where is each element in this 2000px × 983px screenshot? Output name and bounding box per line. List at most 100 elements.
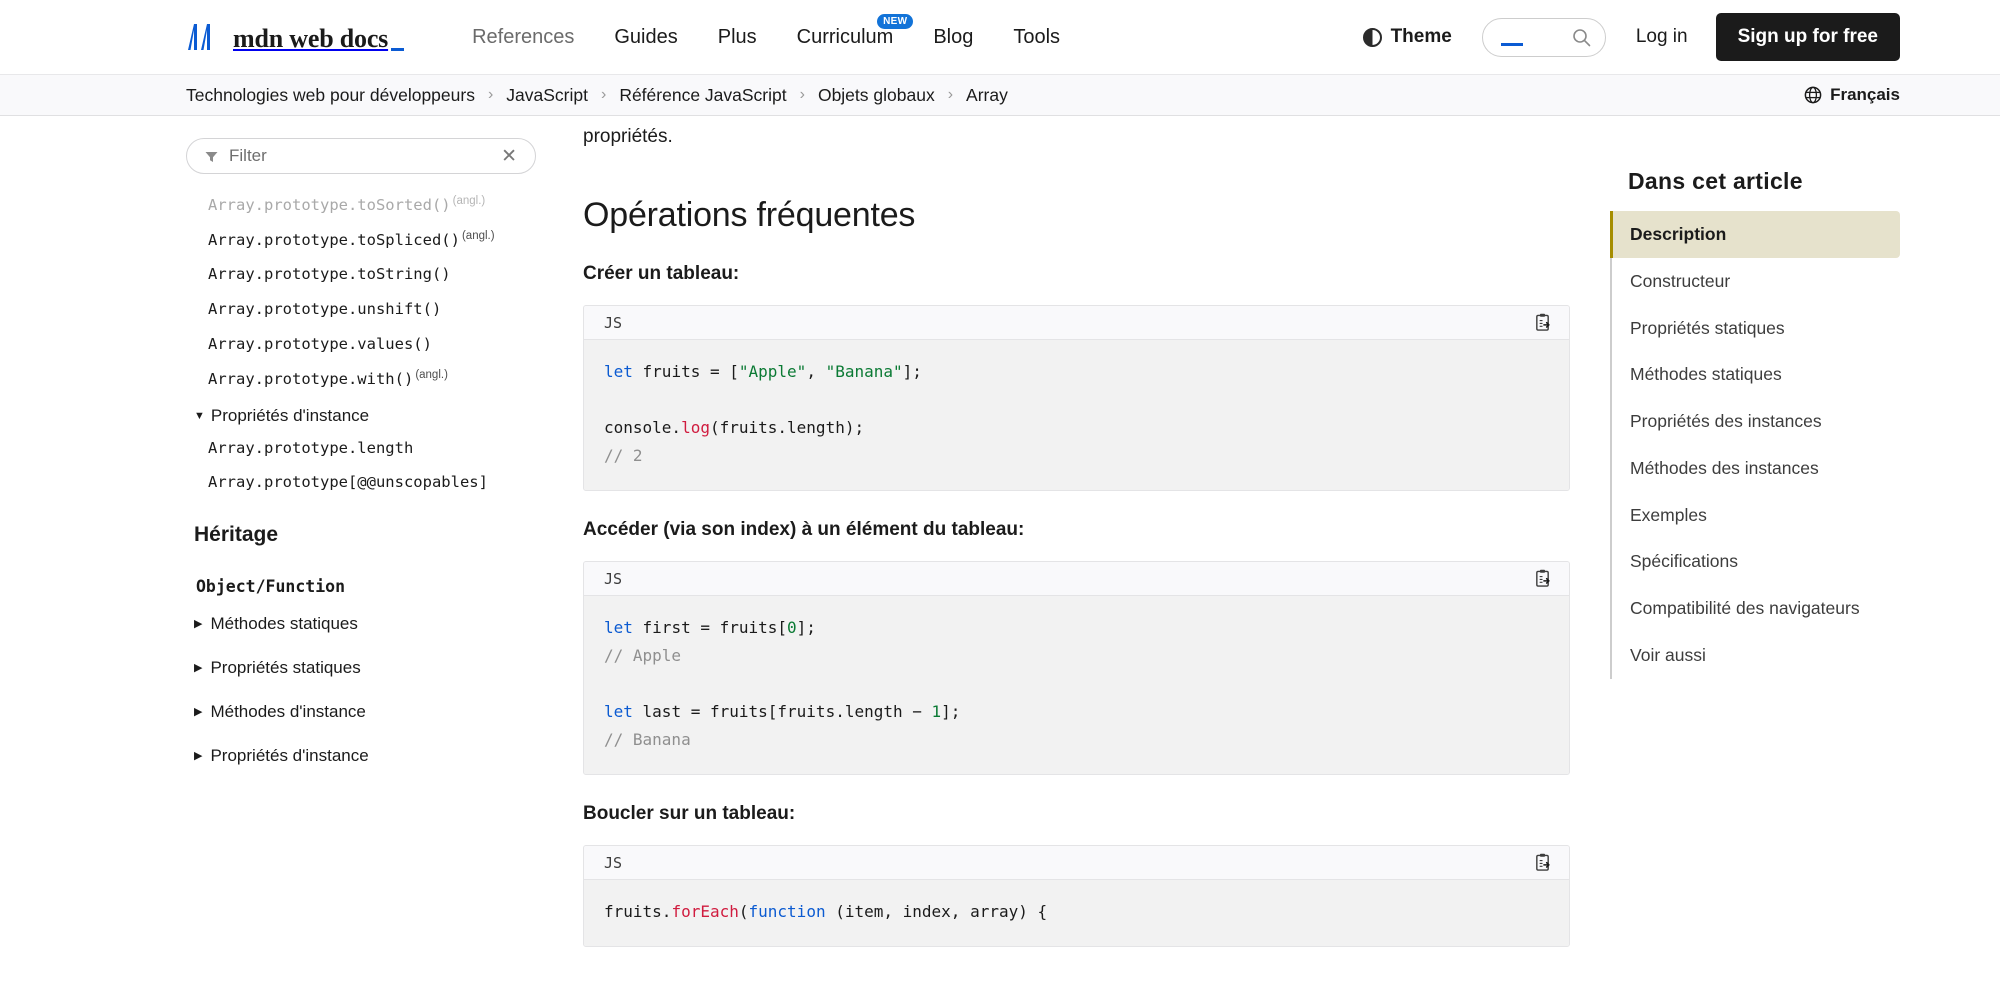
nav-label: Tools — [1013, 25, 1061, 48]
chevron-right-icon: ▶ — [194, 617, 203, 630]
breadcrumb-separator: › — [799, 86, 805, 103]
nav-label: Blog — [933, 25, 974, 48]
sidebar-item-label: Array.prototype.values() — [208, 335, 432, 354]
sidebar-item-label: Array.prototype[@@unscopables] — [208, 472, 488, 491]
code-block-header: JS — [584, 562, 1569, 597]
sidebar-item-label: Array.prototype.toSpliced() — [208, 230, 460, 249]
code-block-header: JS — [584, 846, 1569, 881]
sidebar-collapse-instance-properties[interactable]: ▶ Propriétés d'instance — [186, 734, 539, 778]
primary-nav: References Guides Plus Curriculum NEW Bl… — [452, 13, 1080, 55]
sidebar-item-length[interactable]: Array.prototype.length — [186, 432, 539, 466]
section-heading-operations: Opérations fréquentes — [583, 196, 916, 235]
nav-item-tools[interactable]: Tools — [993, 20, 1080, 55]
sidebar-collapse-label: Méthodes d'instance — [210, 702, 366, 722]
code-block-create-array: JS let fruits = ["Apple", "Banana"]; con… — [583, 305, 1570, 492]
sidebar-item-with[interactable]: Array.prototype.with() (angl.) — [186, 362, 539, 397]
breadcrumb-item-1[interactable]: JavaScript — [506, 85, 588, 106]
copy-to-clipboard-icon[interactable] — [1532, 851, 1553, 874]
code-block-header: JS — [584, 306, 1569, 341]
example-lead-access-index: Accéder (via son index) à un élément du … — [583, 519, 1025, 541]
sidebar-instance-properties-list: Array.prototype.length Array.prototype[@… — [186, 432, 539, 499]
toc-item-proprietes-statiques[interactable]: Propriétés statiques — [1612, 305, 1900, 352]
sidebar-item-toSpliced[interactable]: Array.prototype.toSpliced() (angl.) — [186, 223, 539, 258]
sidebar-item-label: Array.prototype.with() — [208, 369, 414, 388]
mdn-logo-link[interactable]: mdn web docs — [186, 22, 405, 52]
sidebar-collapse-static-properties[interactable]: ▶ Propriétés statiques — [186, 646, 539, 690]
sidebar-collapse-static-methods[interactable]: ▶ Méthodes statiques — [186, 602, 539, 646]
copy-to-clipboard-icon[interactable] — [1532, 567, 1553, 590]
breadcrumb-bar: Technologies web pour développeurs › Jav… — [0, 74, 2000, 116]
code-text[interactable]: let fruits = ["Apple", "Banana"]; consol… — [584, 340, 1569, 491]
nav-item-blog[interactable]: Blog — [913, 20, 993, 55]
language-label: Français — [1830, 85, 1900, 104]
theme-toggle-button[interactable]: Theme — [1353, 20, 1462, 54]
toc-item-methodes-des-instances[interactable]: Méthodes des instances — [1612, 445, 1900, 492]
nav-label: References — [472, 25, 575, 48]
new-badge: NEW — [877, 13, 914, 29]
sidebar-item-unshift[interactable]: Array.prototype.unshift() — [186, 292, 539, 327]
sidebar-item-label: Array.prototype.unshift() — [208, 300, 442, 319]
sidebar-method-list: Array.prototype.toSorted() (angl.) Array.… — [186, 188, 539, 396]
example-lead-create-array: Créer un tableau: — [583, 263, 740, 285]
breadcrumb-separator: › — [487, 86, 494, 103]
sidebar-item-values[interactable]: Array.prototype.values() — [186, 327, 539, 362]
nav-item-references[interactable]: References — [452, 20, 594, 55]
sidebar-item-sup: (angl.) — [452, 195, 486, 207]
chevron-right-icon: ▶ — [194, 749, 203, 762]
copy-to-clipboard-icon[interactable] — [1532, 311, 1553, 334]
code-text[interactable]: fruits.forEach(function (item, index, ar… — [584, 880, 1569, 947]
filter-icon — [205, 150, 218, 162]
code-language-label: JS — [604, 313, 623, 332]
toc-item-exemples[interactable]: Exemples — [1612, 492, 1900, 539]
toc-item-methodes-statiques[interactable]: Méthodes statiques — [1612, 351, 1900, 398]
sidebar-collapse-label: Méthodes statiques — [210, 614, 358, 634]
sidebar-item-unscopables[interactable]: Array.prototype[@@unscopables] — [186, 466, 539, 500]
nav-item-plus[interactable]: Plus — [698, 20, 777, 55]
clear-filter-icon[interactable]: ✕ — [499, 147, 519, 166]
sidebar: ✕ Array.prototype.toSorted()(angl.) Arra… — [186, 116, 539, 983]
globe-icon — [1804, 86, 1822, 104]
nav-item-curriculum[interactable]: Curriculum NEW — [777, 13, 914, 55]
breadcrumb: Technologies web pour développeurs › Jav… — [186, 85, 1008, 106]
toc-item-specifications[interactable]: Spécifications — [1612, 538, 1900, 585]
breadcrumb-item-2[interactable]: Référence JavaScript — [619, 85, 786, 106]
language-switcher-button[interactable]: Français — [1804, 85, 1900, 105]
breadcrumb-item-0[interactable]: Technologies web pour développeurs — [186, 85, 475, 106]
sidebar-group-instance-properties[interactable]: ▼ Propriétés d'instance — [186, 396, 539, 432]
sidebar-item-toSorted[interactable]: Array.prototype.toSorted() (angl.) — [186, 188, 539, 223]
example-lead-loop-array: Boucler sur un tableau: — [583, 803, 796, 825]
nav-item-guides[interactable]: Guides — [594, 20, 697, 55]
login-link[interactable]: Log in — [1636, 26, 1688, 48]
theme-label: Theme — [1390, 26, 1452, 47]
sidebar-item-toString[interactable]: Array.prototype.toString() — [186, 257, 539, 292]
sidebar-filter[interactable]: ✕ — [186, 138, 536, 174]
toc-item-proprietes-des-instances[interactable]: Propriétés des instances — [1612, 398, 1900, 445]
code-language-label: JS — [604, 569, 623, 588]
code-block-loop-array: JS fruits.forEach(function (item, index,… — [583, 845, 1570, 948]
code-block-access-index: JS let first = fruits[0]; // Apple let l… — [583, 561, 1570, 776]
search-box[interactable] — [1481, 17, 1606, 57]
code-text[interactable]: let first = fruits[0]; // Apple let last… — [584, 596, 1569, 775]
intro-paragraph-tail: propriétés. — [583, 126, 673, 147]
sidebar-filter-input[interactable] — [229, 146, 500, 166]
table-of-contents: Dans cet article Description Constructeu… — [1610, 116, 1900, 983]
signup-button[interactable]: Sign up for free — [1715, 13, 1900, 61]
code-language-label: JS — [604, 853, 623, 872]
breadcrumb-item-3[interactable]: Objets globaux — [818, 85, 935, 106]
toc-item-constructeur[interactable]: Constructeur — [1612, 258, 1900, 305]
toc-item-voir-aussi[interactable]: Voir aussi — [1612, 632, 1900, 679]
sidebar-heritage-parent: Object/Function — [196, 577, 346, 597]
toc-item-description[interactable]: Description — [1610, 211, 1900, 258]
search-icon — [1572, 28, 1591, 47]
sidebar-collapse-instance-methods[interactable]: ▶ Méthodes d'instance — [186, 690, 539, 734]
toc-item-compatibilite[interactable]: Compatibilité des navigateurs — [1612, 585, 1900, 632]
breadcrumb-separator: › — [947, 86, 954, 103]
mdn-logo-icon — [186, 22, 224, 52]
nav-label: Curriculum — [796, 25, 894, 48]
toc-list: Description Constructeur Propriétés stat… — [1610, 211, 1900, 679]
header-actions: Theme Log in Sign up for free — [1353, 13, 1900, 61]
sidebar-item-sup: (angl.) — [461, 229, 495, 242]
sidebar-heritage-title: Héritage — [194, 523, 279, 547]
sidebar-group-label: Propriétés d'instance — [210, 406, 370, 426]
article-content: propriétés. Opérations fréquentes Créer … — [539, 116, 1610, 983]
